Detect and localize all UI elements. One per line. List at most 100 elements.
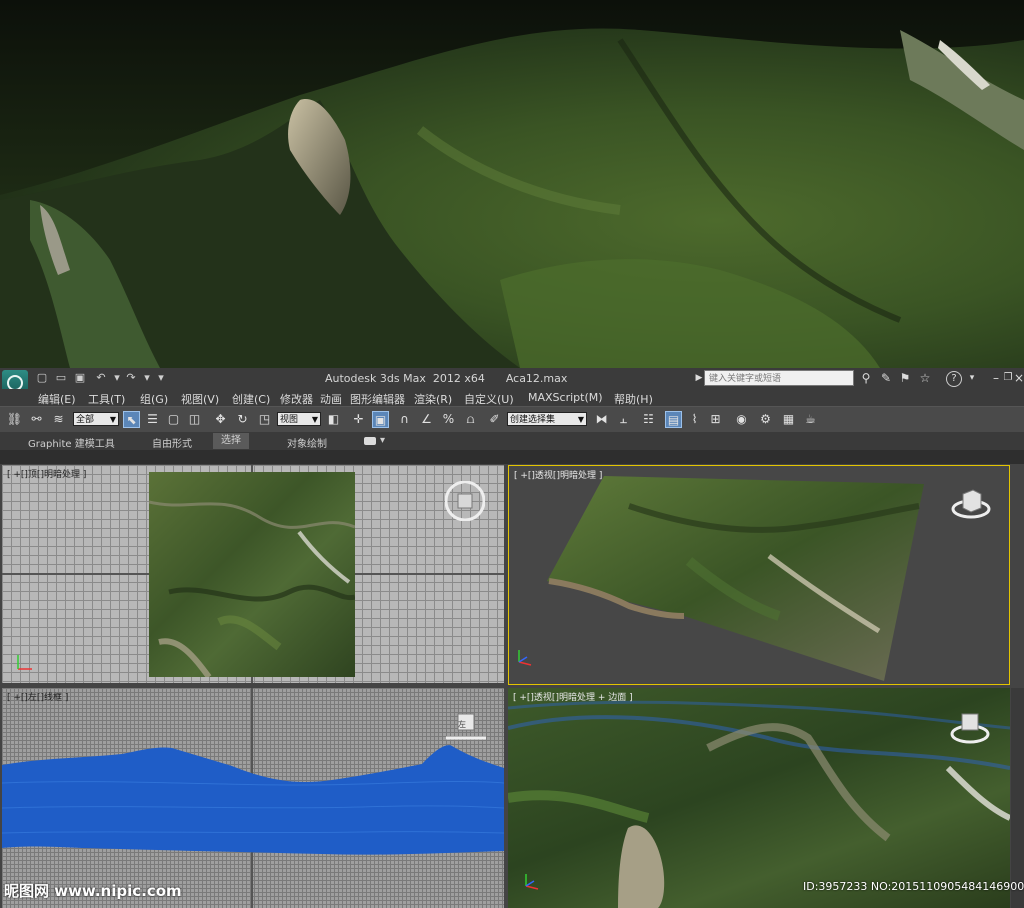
undo-icon[interactable]: ↶ (94, 371, 108, 385)
viewcube-perspective[interactable] (951, 484, 991, 524)
subscription-icon[interactable]: ✎ (878, 370, 894, 386)
tab-object-paint[interactable]: 对象绘制 (287, 435, 327, 450)
viewport-label-top[interactable]: [ +[]顶[]明暗处理 ] (7, 467, 86, 480)
help-icon[interactable]: ? (946, 371, 962, 387)
file-name: Aca12.max (505, 372, 568, 385)
axis-tripod-icon (525, 874, 539, 890)
axis-tripod-icon (518, 650, 532, 666)
favorites-icon[interactable]: ☆ (917, 370, 933, 386)
search-input[interactable]: 键入关键字或短语 (704, 370, 854, 386)
menu-create[interactable]: 创建(C) (232, 391, 270, 407)
menu-group[interactable]: 组(G) (140, 391, 168, 407)
rectangular-selection-icon[interactable]: ▢ (165, 411, 182, 428)
graphite-ribbon: Graphite 建模工具 自由形式 选择 对象绘制 ▾ (0, 432, 1024, 450)
save-file-icon[interactable]: ▣ (73, 371, 87, 385)
material-editor-icon[interactable]: ◉ (733, 411, 750, 428)
bind-space-warp-icon[interactable]: ≋ (50, 411, 67, 428)
menu-graph-editors[interactable]: 图形编辑器 (350, 391, 405, 407)
menu-modifiers[interactable]: 修改器 (280, 391, 313, 407)
select-and-move-icon[interactable]: ✥ (212, 411, 229, 428)
menu-maxscript[interactable]: MAXScript(M) (528, 391, 603, 404)
tab-freeform[interactable]: 自由形式 (152, 435, 192, 450)
ribbon-dropdown-icon[interactable]: ▾ (380, 435, 385, 446)
window-title: Autodesk 3ds Max 2012 x64 Aca12.max (325, 372, 567, 385)
select-and-manipulate-icon[interactable]: ✛ (350, 411, 367, 428)
menu-edit[interactable]: 编辑(E) (38, 391, 76, 407)
help-dropdown-icon[interactable]: ▾ (964, 370, 980, 386)
close-icon[interactable]: × (1011, 370, 1024, 386)
tab-graphite-modeling[interactable]: Graphite 建模工具 (28, 435, 115, 450)
ribbon-minimize-icon[interactable] (364, 437, 376, 445)
chevron-down-icon: ▼ (577, 415, 584, 424)
pivot-center-icon[interactable]: ◧ (325, 411, 342, 428)
reference-coordinate-value: 视图 (280, 415, 299, 425)
render-setup-icon[interactable]: ⚙ (757, 411, 774, 428)
menu-help[interactable]: 帮助(H) (614, 391, 653, 407)
keyboard-shortcut-override-icon[interactable]: ▣ (372, 411, 389, 428)
chevron-down-icon: ▼ (109, 415, 116, 424)
ribbon-panel-strip (0, 450, 1024, 464)
align-icon[interactable]: ⫠ (615, 411, 632, 428)
title-bar: ▢ ▭ ▣ ↶ ▾ ↷ ▾ ▾ Autodesk 3ds Max 2012 x6… (0, 368, 1024, 396)
menu-views[interactable]: 视图(V) (181, 391, 219, 407)
new-file-icon[interactable]: ▢ (35, 371, 49, 385)
viewport-label-left[interactable]: [ +[]左[]线框 ] (7, 690, 68, 703)
snaps-toggle-icon[interactable]: ∩ (396, 411, 413, 428)
terrain-perspective (547, 476, 924, 681)
axis-tripod-icon (17, 655, 32, 670)
menu-bar: 编辑(E) 工具(T) 组(G) 视图(V) 创建(C) 修改器 动画 图形编辑… (0, 389, 1024, 406)
terrain-wireframe (2, 745, 504, 855)
mirror-icon[interactable]: ⧓ (593, 411, 610, 428)
edit-named-selection-icon[interactable]: ✐ (486, 411, 503, 428)
angle-snap-icon[interactable]: ∠ (418, 411, 435, 428)
app-title: Autodesk 3ds Max 2012 x64 (325, 372, 485, 385)
menu-rendering[interactable]: 渲染(R) (414, 391, 452, 407)
menu-animation[interactable]: 动画 (320, 391, 342, 407)
viewcube-left[interactable] (446, 712, 486, 752)
3dsmax-window: ▢ ▭ ▣ ↶ ▾ ↷ ▾ ▾ Autodesk 3ds Max 2012 x6… (0, 368, 1024, 908)
graphite-toggle-icon[interactable]: ▤ (665, 411, 682, 428)
open-file-icon[interactable]: ▭ (54, 371, 68, 385)
menu-customize[interactable]: 自定义(U) (464, 391, 514, 407)
viewport-label-perspective-edged[interactable]: [ +[]透视[]明暗处理 + 边面 ] (513, 690, 633, 703)
terrain-closeup (508, 700, 1010, 908)
binoculars-icon[interactable]: ⚲ (858, 370, 874, 386)
quick-access-menu-icon[interactable]: ▾ (154, 371, 168, 385)
schematic-view-icon[interactable]: ⊞ (707, 411, 724, 428)
undo-dropdown-icon[interactable]: ▾ (110, 371, 124, 385)
viewport-top[interactable]: [ +[]顶[]明暗处理 ] (2, 465, 504, 683)
select-and-scale-icon[interactable]: ◳ (256, 411, 273, 428)
render-production-icon[interactable]: ☕ (802, 411, 819, 428)
viewcube-face-label: 左 (458, 720, 466, 729)
redo-dropdown-icon[interactable]: ▾ (140, 371, 154, 385)
terrain-top-view (148, 472, 356, 679)
percent-snap-icon[interactable]: % (440, 411, 457, 428)
reference-coordinate-dropdown[interactable]: 视图 ▼ (277, 412, 321, 426)
select-and-rotate-icon[interactable]: ↻ (234, 411, 251, 428)
viewcube-perspective-edged[interactable] (950, 710, 990, 750)
menu-tools[interactable]: 工具(T) (88, 391, 125, 407)
viewport-label-perspective[interactable]: [ +[]透视[]明暗处理 ] (514, 468, 602, 481)
select-by-name-icon[interactable]: ☰ (144, 411, 161, 428)
layer-manager-icon[interactable]: ☷ (640, 411, 657, 428)
viewport-perspective-edged[interactable]: [ +[]透视[]明暗处理 + 边面 ] (508, 688, 1010, 908)
select-and-link-icon[interactable]: ⛓ (6, 411, 23, 428)
window-crossing-icon[interactable]: ◫ (186, 411, 203, 428)
command-panel-edge[interactable] (1011, 688, 1024, 908)
spinner-snap-icon[interactable]: ⩍ (462, 411, 479, 428)
main-toolbar: ⛓ ⚯ ≋ 全部 ▼ ⬉ ☰ ▢ ◫ ✥ ↻ ◳ 视图 ▼ ◧ ✛ ▣ ∩ ∠ % … (0, 406, 1024, 433)
curve-editor-icon[interactable]: ⌇ (686, 411, 703, 428)
viewport-left[interactable]: [ +[]左[]线框 ] 左 (2, 688, 504, 908)
rendered-frame-window-icon[interactable]: ▦ (780, 411, 797, 428)
viewport-perspective[interactable]: [ +[]透视[]明暗处理 ] (508, 465, 1010, 685)
communication-center-icon[interactable]: ⚑ (897, 370, 913, 386)
select-object-icon[interactable]: ⬉ (123, 411, 140, 428)
unlink-icon[interactable]: ⚯ (28, 411, 45, 428)
tab-selection[interactable]: 选择 (213, 433, 249, 449)
terrain-render-image (0, 0, 1024, 368)
watermark-id: ID:3957233 NO:20151109054841469000 (803, 880, 1024, 893)
selection-filter-dropdown[interactable]: 全部 ▼ (73, 412, 119, 426)
viewcube-top[interactable] (444, 480, 486, 522)
redo-icon[interactable]: ↷ (124, 371, 138, 385)
named-selection-dropdown[interactable]: 创建选择集 ▼ (507, 412, 587, 426)
